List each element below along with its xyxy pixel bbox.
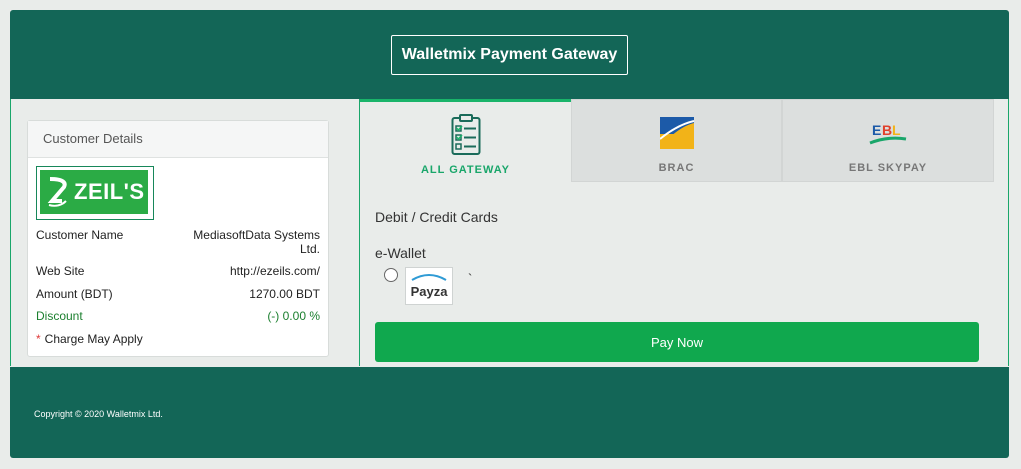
tab-brac-label: BRAC [658, 162, 695, 174]
svg-text:L: L [892, 122, 902, 138]
payza-radio[interactable] [384, 268, 398, 282]
copyright-text: Copyright © 2020 Walletmix Ltd. [34, 409, 163, 419]
gateway-tabs: ALL GATEWAY BRAC E B L EBL SKYPAY [360, 99, 994, 183]
customer-details-card: Customer Details ZEIL'S Customer Name Me… [27, 120, 329, 357]
discount-row: Discount (-) 0.00 % [36, 309, 320, 323]
payment-gateway-frame: Walletmix Payment Gateway Customer Detai… [10, 10, 1009, 458]
footer-bar: Copyright © 2020 Walletmix Ltd. [10, 367, 1009, 458]
ebl-skypay-logo-icon: E B L [868, 119, 908, 150]
tab-ebl-skypay[interactable]: E B L EBL SKYPAY [782, 99, 994, 182]
merchant-logo: ZEIL'S [36, 166, 154, 220]
tab-all-gateway-label: ALL GATEWAY [420, 164, 511, 176]
merchant-logo-badge: ZEIL'S [40, 170, 148, 214]
payza-logo[interactable]: Payza [405, 267, 453, 305]
merchant-logo-text: ZEIL'S [74, 179, 145, 204]
svg-text:E: E [872, 122, 882, 138]
customer-name-label: Customer Name [36, 228, 124, 242]
checklist-icon [451, 114, 481, 159]
stray-mark: ` [468, 271, 473, 286]
discount-label: Discount [36, 309, 83, 323]
pay-now-button[interactable]: Pay Now [375, 322, 979, 362]
main-content: Customer Details ZEIL'S Customer Name Me… [10, 99, 1009, 366]
amount-row: Amount (BDT) 1270.00 BDT [36, 287, 320, 301]
header-bar: Walletmix Payment Gateway [10, 10, 1009, 99]
ewallet-section-title: e-Wallet [375, 245, 426, 261]
tab-ebl-skypay-label: EBL SKYPAY [848, 162, 928, 174]
website-row: Web Site http://ezeils.com/ [36, 264, 320, 278]
amount-value: 1270.00 BDT [249, 287, 320, 301]
payment-column: ALL GATEWAY BRAC E B L EBL SKYPAY Debit … [360, 99, 1008, 366]
brac-bank-logo-icon [658, 117, 694, 152]
tab-all-gateway[interactable]: ALL GATEWAY [360, 99, 571, 182]
discount-value: (-) 0.00 % [267, 309, 320, 323]
tab-brac[interactable]: BRAC [571, 99, 782, 182]
website-value: http://ezeils.com/ [229, 264, 320, 278]
amount-label: Amount (BDT) [36, 287, 113, 301]
cards-section-title: Debit / Credit Cards [375, 209, 498, 225]
svg-text:Payza: Payza [411, 284, 449, 299]
customer-details-heading: Customer Details [28, 121, 328, 158]
zeils-mark-icon [46, 177, 68, 207]
required-asterisk: * [36, 332, 41, 346]
charge-note-row: * Charge May Apply [36, 332, 320, 346]
customer-name-row: Customer Name MediasoftData Systems Ltd. [36, 228, 320, 256]
charge-note: Charge May Apply [44, 332, 143, 346]
website-label: Web Site [36, 264, 85, 278]
customer-column: Customer Details ZEIL'S Customer Name Me… [11, 99, 358, 366]
page-title: Walletmix Payment Gateway [391, 35, 628, 75]
customer-name-value: MediasoftData Systems Ltd. [193, 228, 320, 256]
